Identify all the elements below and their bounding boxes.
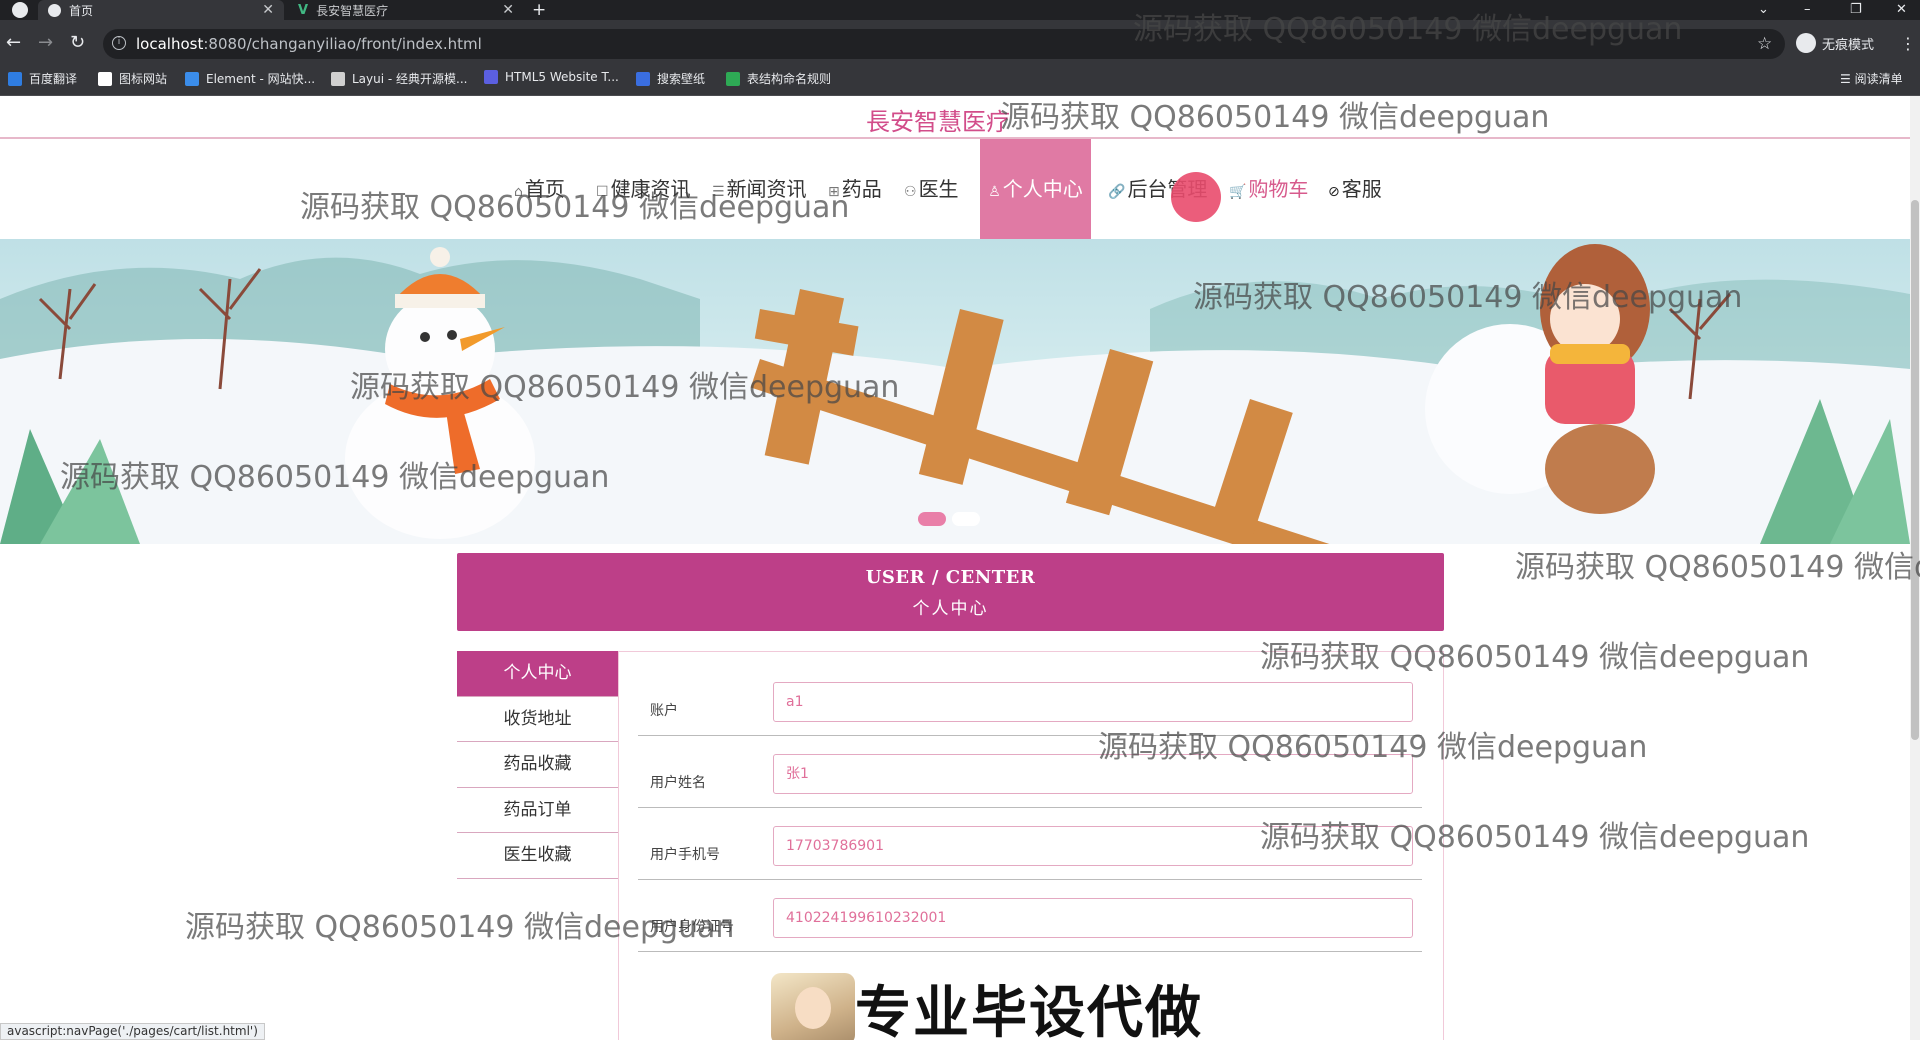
bookmark-star-icon[interactable]: ☆: [1757, 34, 1772, 54]
tab-title: 首页: [69, 3, 94, 18]
nav-medicine[interactable]: ⊞ 药品: [828, 139, 882, 239]
browser-tab-home[interactable]: 首页 ✕: [38, 0, 284, 20]
link-icon: 🔗: [1108, 184, 1126, 200]
flag-icon: [98, 71, 112, 86]
browser-logo-icon: [12, 2, 28, 18]
nav-cart[interactable]: 🛒 购物车: [1229, 139, 1308, 239]
carousel-dot[interactable]: [952, 512, 980, 526]
user-side-menu: 个人中心 收货地址 药品收藏 药品订单 医生收藏: [457, 651, 618, 879]
globe-icon: [48, 3, 61, 17]
close-tab-icon[interactable]: ✕: [502, 2, 514, 18]
html5-icon: [484, 70, 498, 84]
bookmark-item[interactable]: 搜索壁纸: [636, 70, 705, 87]
url-text[interactable]: localhost:8080/changanyiliao/front/index…: [136, 35, 482, 53]
layui-icon: [331, 71, 345, 86]
carousel-indicators: [918, 512, 980, 526]
service-icon: ⊘: [1328, 184, 1340, 200]
restore-icon[interactable]: ❐: [1850, 0, 1862, 20]
bookmark-item[interactable]: 图标网站: [98, 70, 167, 87]
news-icon: ☐: [596, 184, 609, 200]
browser-tab-site[interactable]: V 長安智慧医疗 ✕: [288, 0, 524, 20]
scrollbar-thumb[interactable]: [1911, 200, 1919, 740]
link-status-bar: avascript:navPage('./pages/cart/list.htm…: [0, 1023, 265, 1040]
nav-news[interactable]: ☰ 新闻资讯: [712, 139, 807, 239]
nav-user-center[interactable]: ♙ 个人中心: [980, 139, 1091, 239]
forward-icon[interactable]: →: [38, 33, 53, 53]
watermark: 源码获取 QQ86050149 微信deepguan: [1515, 550, 1920, 585]
cursor-highlight: [1171, 172, 1221, 222]
side-item-doctor-favorites[interactable]: 医生收藏: [457, 833, 618, 879]
name-field[interactable]: 张1: [773, 754, 1413, 794]
reload-icon[interactable]: ↻: [70, 33, 85, 53]
medicine-icon: ⊞: [828, 184, 840, 200]
side-item-medicine-favorites[interactable]: 药品收藏: [457, 742, 618, 788]
form-row-id-card: 用户身份证号 410224199610232001: [638, 880, 1422, 952]
vue-icon: V: [298, 2, 309, 18]
phone-field[interactable]: 17703786901: [773, 826, 1413, 866]
bookmark-item[interactable]: HTML5 Website T...: [484, 70, 619, 84]
back-icon[interactable]: ←: [6, 33, 21, 53]
user-icon: ♙: [988, 184, 1001, 200]
list-icon: ☰: [712, 184, 725, 200]
tab-title: 長安智慧医疗: [316, 3, 389, 18]
watermark: 源码获取 QQ86050149 微信deepguan: [1000, 100, 1550, 135]
bookmark-item[interactable]: 百度翻译: [8, 70, 77, 87]
main-nav: ⌂ 首页 ☐ 健康资讯 ☰ 新闻资讯 ⊞ 药品 ⚇ 医生 ♙ 个人中心 🔗 后台管理 🛒 购物车…: [0, 139, 1910, 239]
reading-list[interactable]: ☰ 阅读清单: [1840, 70, 1903, 87]
side-item-medicine-orders[interactable]: 药品订单: [457, 787, 618, 833]
new-tab-icon[interactable]: +: [532, 0, 546, 20]
side-item-profile[interactable]: 个人中心: [457, 651, 618, 697]
nav-doctor[interactable]: ⚇ 医生: [904, 139, 959, 239]
promo-avatar: [771, 972, 855, 1040]
close-window-icon[interactable]: ✕: [1896, 0, 1907, 20]
banner-carousel[interactable]: [0, 239, 1910, 544]
site-title: 長安智慧医疗: [866, 108, 1010, 136]
form-row-account: 账户 a1: [638, 664, 1422, 736]
bookmark-item[interactable]: Layui - 经典开源模...: [331, 70, 467, 87]
wallpaper-icon: [636, 71, 650, 86]
bookmark-item[interactable]: 表结构命名规则: [726, 70, 831, 87]
incognito-icon: [1796, 33, 1816, 53]
close-tab-icon[interactable]: ✕: [262, 2, 274, 18]
translate-icon: [8, 71, 22, 86]
nav-health-info[interactable]: ☐ 健康资讯: [596, 139, 691, 239]
browser-menu-icon[interactable]: ⋮: [1900, 34, 1916, 53]
promo-text: 专业毕设代做: [855, 981, 1203, 1040]
id-card-field[interactable]: 410224199610232001: [773, 898, 1413, 938]
cart-icon: 🛒: [1229, 184, 1247, 200]
section-title-cn: 个人中心: [912, 599, 989, 619]
side-item-address[interactable]: 收货地址: [457, 696, 618, 742]
site-info-icon[interactable]: i: [112, 36, 126, 50]
account-label: 账户: [650, 703, 678, 719]
account-field[interactable]: a1: [773, 682, 1413, 722]
form-row-phone: 用户手机号 17703786901: [638, 808, 1422, 880]
element-icon: [185, 71, 199, 86]
promo-overlay: 专业毕设代做: [771, 968, 1203, 1040]
nav-service[interactable]: ⊘ 客服: [1328, 139, 1382, 239]
form-row-name: 用户姓名 张1: [638, 736, 1422, 808]
incognito-profile[interactable]: 无痕模式: [1796, 33, 1874, 53]
section-title-en: USER / CENTER: [865, 567, 1036, 588]
home-icon: ⌂: [514, 184, 523, 200]
table-icon: [726, 71, 740, 86]
nav-home[interactable]: ⌂ 首页: [514, 139, 565, 239]
bookmark-item[interactable]: Element - 网站快...: [185, 70, 315, 87]
phone-label: 用户手机号: [650, 847, 720, 863]
tab-search-icon[interactable]: ⌄: [1758, 0, 1769, 20]
carousel-dot[interactable]: [918, 512, 946, 526]
name-label: 用户姓名: [650, 775, 706, 791]
winter-illustration: [0, 244, 1910, 544]
user-center-header: USER / CENTER 个人中心: [457, 553, 1444, 631]
id-card-label: 用户身份证号: [650, 919, 734, 935]
minimize-icon[interactable]: –: [1804, 0, 1811, 20]
doctor-icon: ⚇: [904, 184, 917, 200]
